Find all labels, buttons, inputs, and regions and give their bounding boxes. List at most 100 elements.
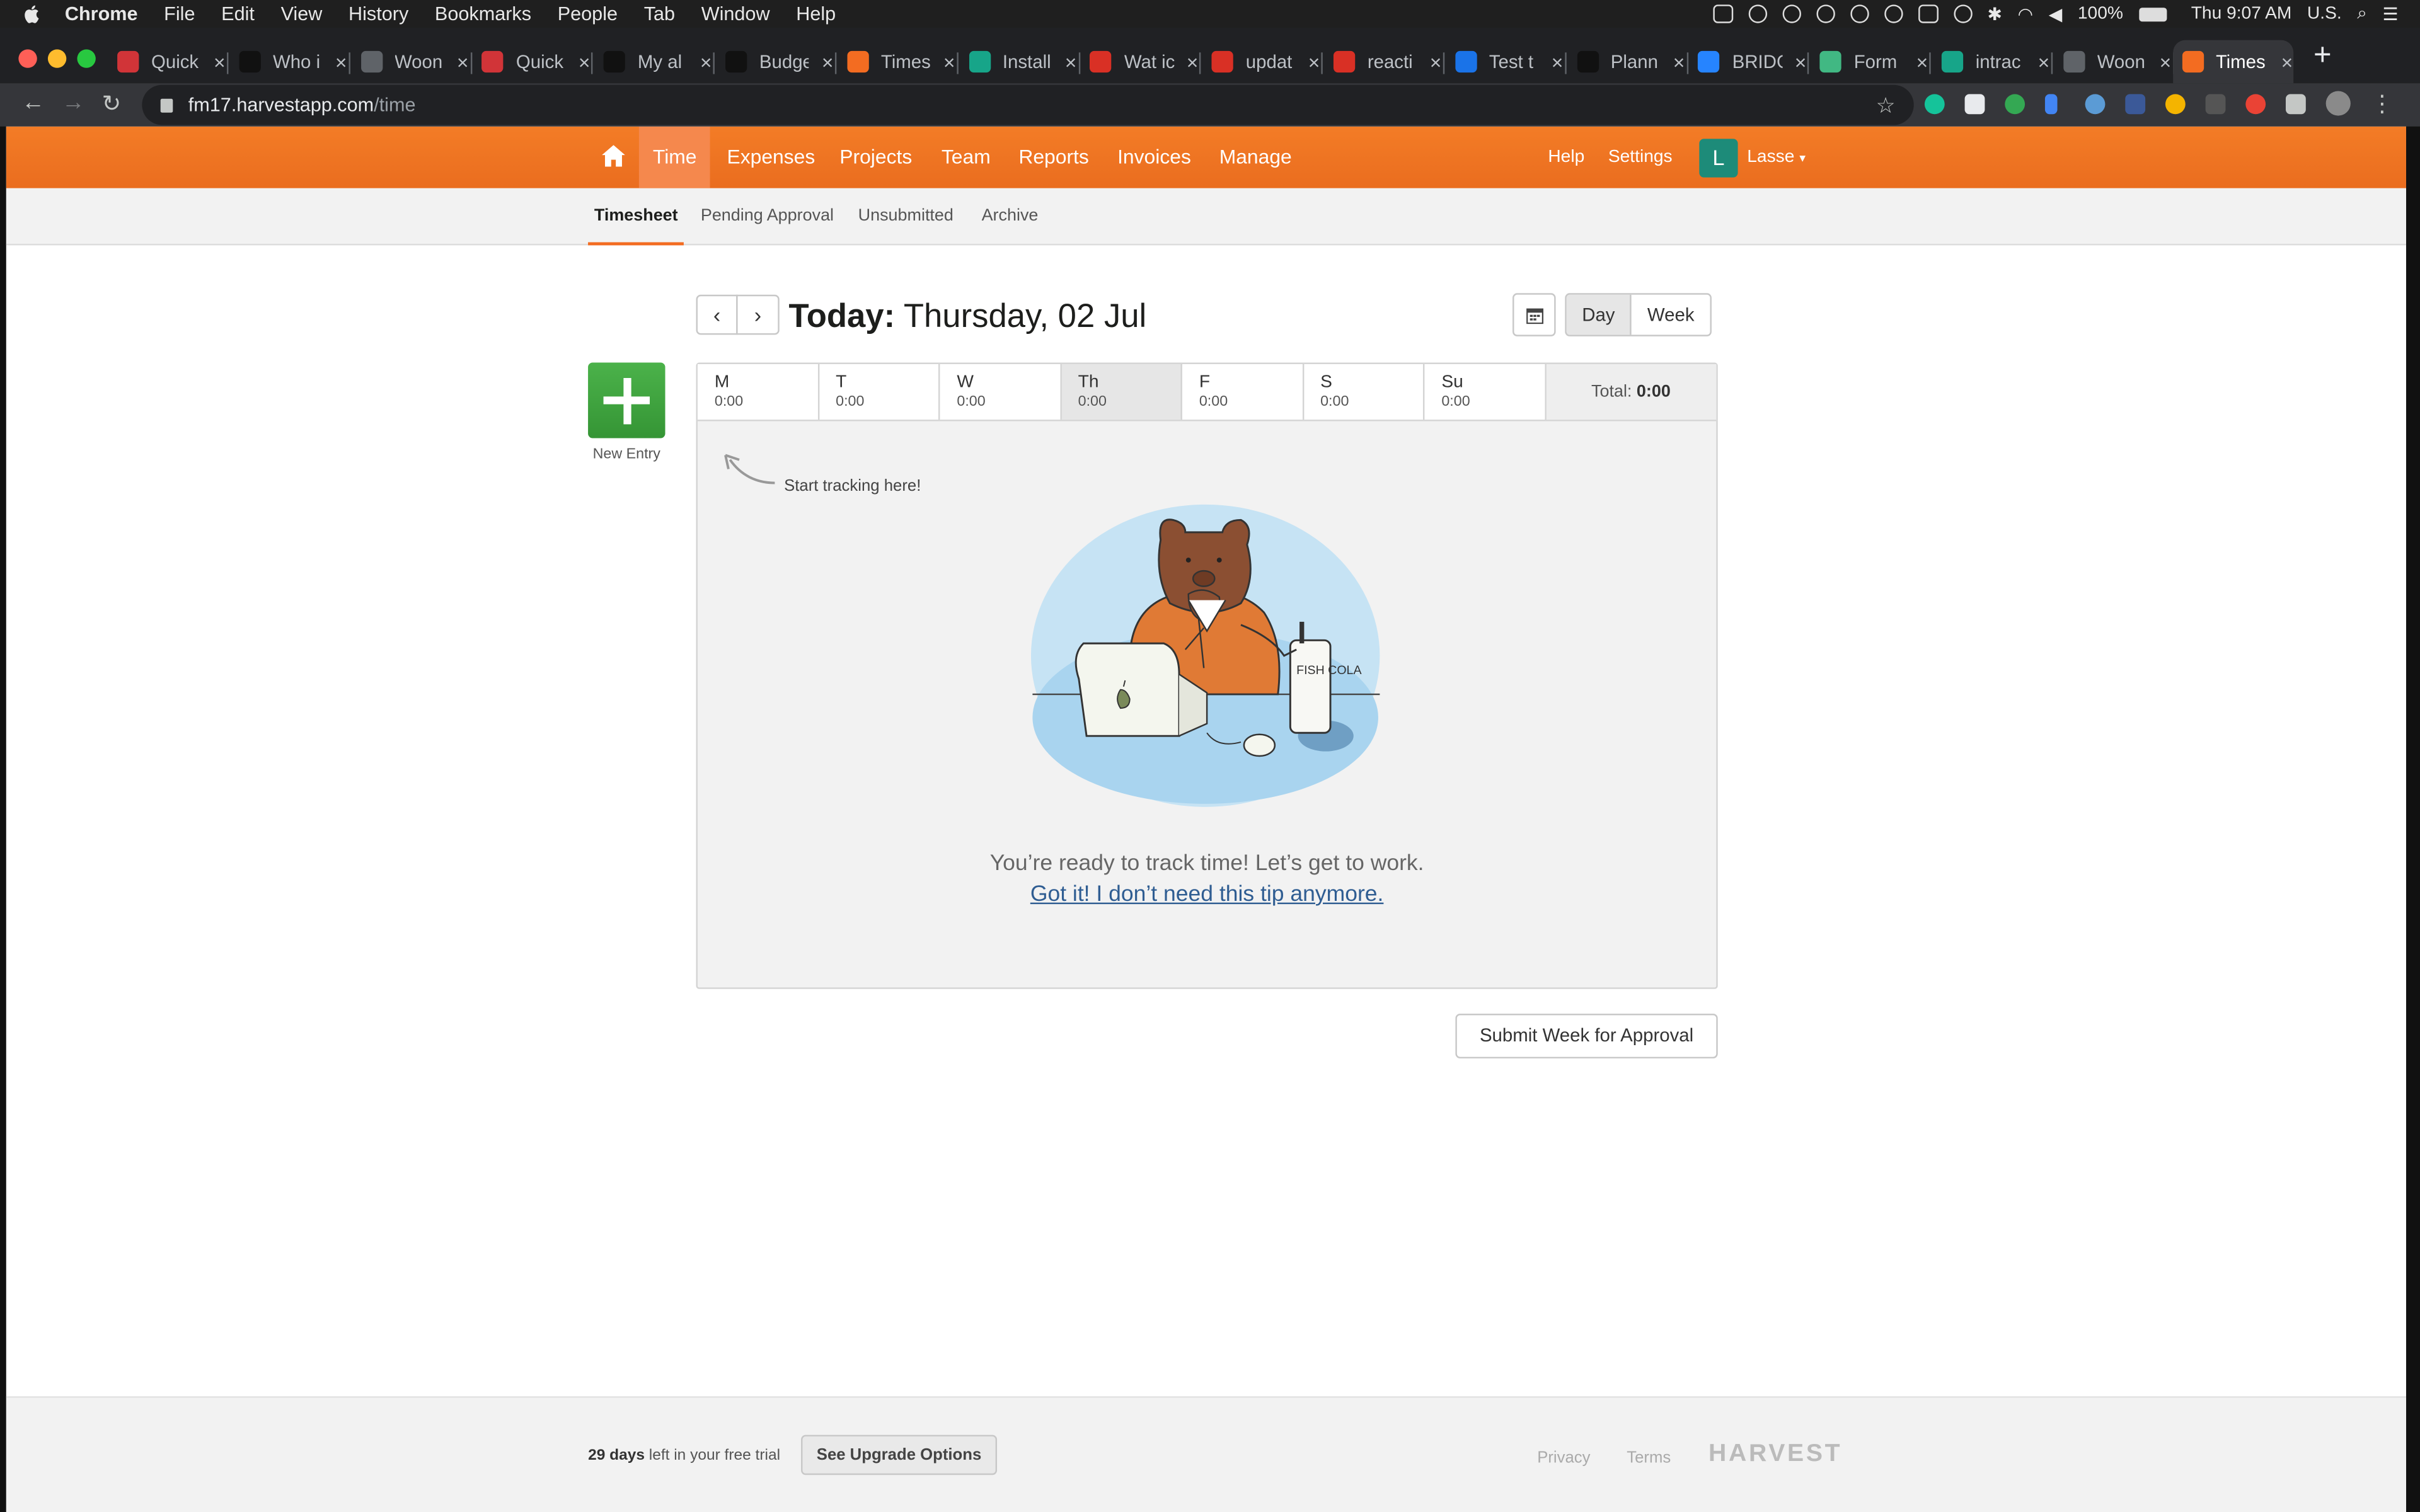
previous-day-button[interactable]: ‹ [696,294,738,335]
extension-b-icon[interactable] [2005,94,2025,115]
tab-close-icon[interactable]: × [2281,50,2293,74]
new-entry-button[interactable] [588,362,666,438]
browser-tab[interactable]: Install × [959,40,1080,84]
tab-close-icon[interactable]: × [822,50,834,74]
tab-close-icon[interactable]: × [2038,50,2050,74]
browser-tab[interactable]: Quick × [108,40,229,84]
menu-edit[interactable]: Edit [221,3,255,25]
input-source[interactable]: U.S. [2307,4,2342,23]
browser-tab[interactable]: Times × [838,40,959,84]
menu-people[interactable]: People [558,3,618,25]
subnav-archive[interactable]: Archive [982,188,1039,246]
zoom-window-button[interactable] [77,49,96,68]
tab-close-icon[interactable]: × [1552,50,1564,74]
browser-tab[interactable]: intrac × [1932,40,2053,84]
bluetooth-icon[interactable]: ✱ [1988,3,2003,25]
browser-tab[interactable]: Form × [1811,40,1932,84]
user-avatar[interactable]: L [1699,139,1738,178]
notification-center-icon[interactable]: ☰ [2382,3,2398,25]
day-sunday[interactable]: Su 0:00 [1424,364,1546,420]
browser-tab[interactable]: Quick × [473,40,594,84]
upgrade-options-button[interactable]: See Upgrade Options [801,1435,998,1475]
subnav-timesheet[interactable]: Timesheet [588,188,684,246]
new-tab-button[interactable]: + [2313,40,2332,71]
creative-cloud-icon[interactable] [1816,4,1835,23]
nav-help[interactable]: Help [1548,127,1584,188]
nav-reports[interactable]: Reports [1005,127,1103,188]
submit-week-button[interactable]: Submit Week for Approval [1455,1013,1718,1059]
tab-close-icon[interactable]: × [1065,50,1077,74]
bookmark-star-icon[interactable]: ☆ [1876,92,1896,118]
tab-close-icon[interactable]: × [700,50,712,74]
user-menu[interactable]: Lasse ▾ [1747,127,1806,188]
reload-button[interactable]: ↻ [102,89,122,117]
mail-extension-icon[interactable] [2125,94,2146,115]
forward-button[interactable]: → [62,89,85,116]
browser-tab[interactable]: Budge × [716,40,837,84]
menu-file[interactable]: File [164,3,195,25]
browser-tab[interactable]: Times × [2172,40,2293,84]
battery-icon[interactable] [2138,7,2167,21]
tab-close-icon[interactable]: × [457,50,469,74]
subnav-pending-approval[interactable]: Pending Approval [701,188,834,246]
menu-window[interactable]: Window [701,3,770,25]
nav-projects[interactable]: Projects [826,127,926,188]
time-machine-icon[interactable] [1953,4,1973,23]
tab-close-icon[interactable]: × [1430,50,1442,74]
browser-tab[interactable]: updat × [1202,40,1323,84]
tab-close-icon[interactable]: × [2160,50,2172,74]
menu-bookmarks[interactable]: Bookmarks [435,3,531,25]
adobe-icon[interactable] [1712,4,1733,23]
day-saturday[interactable]: S 0:00 [1303,364,1425,420]
day-wednesday[interactable]: W 0:00 [940,364,1061,420]
browser-tab[interactable]: Test t × [1446,40,1567,84]
menu-history[interactable]: History [349,3,408,25]
airplay-icon[interactable] [1918,4,1939,23]
tab-close-icon[interactable]: × [1308,50,1320,74]
browser-tab[interactable]: Woon × [351,40,472,84]
nav-settings[interactable]: Settings [1608,127,1673,188]
chrome-menu-icon[interactable]: ⋮ [2371,89,2394,117]
grid-extension-icon[interactable] [2205,94,2226,115]
browser-tab[interactable]: My al × [594,40,715,84]
day-friday[interactable]: F 0:00 [1182,364,1304,420]
battery-percent[interactable]: 100% [2078,4,2123,23]
apple-icon[interactable] [21,3,43,25]
spotlight-icon[interactable]: ⌕ [2357,4,2367,24]
privacy-link[interactable]: Privacy [1537,1449,1590,1467]
terms-link[interactable]: Terms [1627,1449,1671,1467]
nav-manage[interactable]: Manage [1206,127,1306,188]
grammarly-extension-icon[interactable] [1924,94,1945,115]
status-circle-icon[interactable] [1884,4,1903,23]
browser-tab[interactable]: BRIDG × [1689,40,1810,84]
browser-tab[interactable]: Who i × [229,40,350,84]
menubar-clock[interactable]: Thu 9:07 AM [2191,4,2292,23]
day-view-button[interactable]: Day [1566,294,1632,335]
profile-avatar[interactable] [2325,91,2351,116]
tab-close-icon[interactable]: × [1916,50,1928,74]
tab-close-icon[interactable]: × [214,50,226,74]
extensions-puzzle-icon[interactable] [2285,94,2306,115]
browser-tab[interactable]: Wat ic × [1081,40,1202,84]
menu-view[interactable]: View [281,3,323,25]
nav-invoices[interactable]: Invoices [1103,127,1205,188]
tab-close-icon[interactable]: × [335,50,347,74]
day-monday[interactable]: M 0:00 [698,364,819,420]
tab-close-icon[interactable]: × [579,50,591,74]
next-day-button[interactable]: › [736,294,780,335]
menu-help[interactable]: Help [796,3,836,25]
back-button[interactable]: ← [21,89,45,116]
sun-extension-icon[interactable] [2165,94,2186,115]
tab-close-icon[interactable]: × [1187,50,1199,74]
menu-tab[interactable]: Tab [644,3,675,25]
dropbox-icon[interactable] [1748,4,1767,23]
nav-expenses[interactable]: Expenses [713,127,829,188]
harvest-logo[interactable]: HARVEST [1708,1441,1842,1469]
address-bar[interactable]: fm17.harvestapp.com/time ☆ [142,84,1914,125]
globe-extension-icon[interactable] [2085,94,2106,115]
color-extension-icon[interactable] [2245,94,2266,115]
day-tuesday[interactable]: T 0:00 [819,364,940,420]
close-window-button[interactable] [18,49,37,68]
analytics-extension-icon[interactable] [2044,94,2058,115]
notion-extension-icon[interactable] [1964,94,1985,115]
